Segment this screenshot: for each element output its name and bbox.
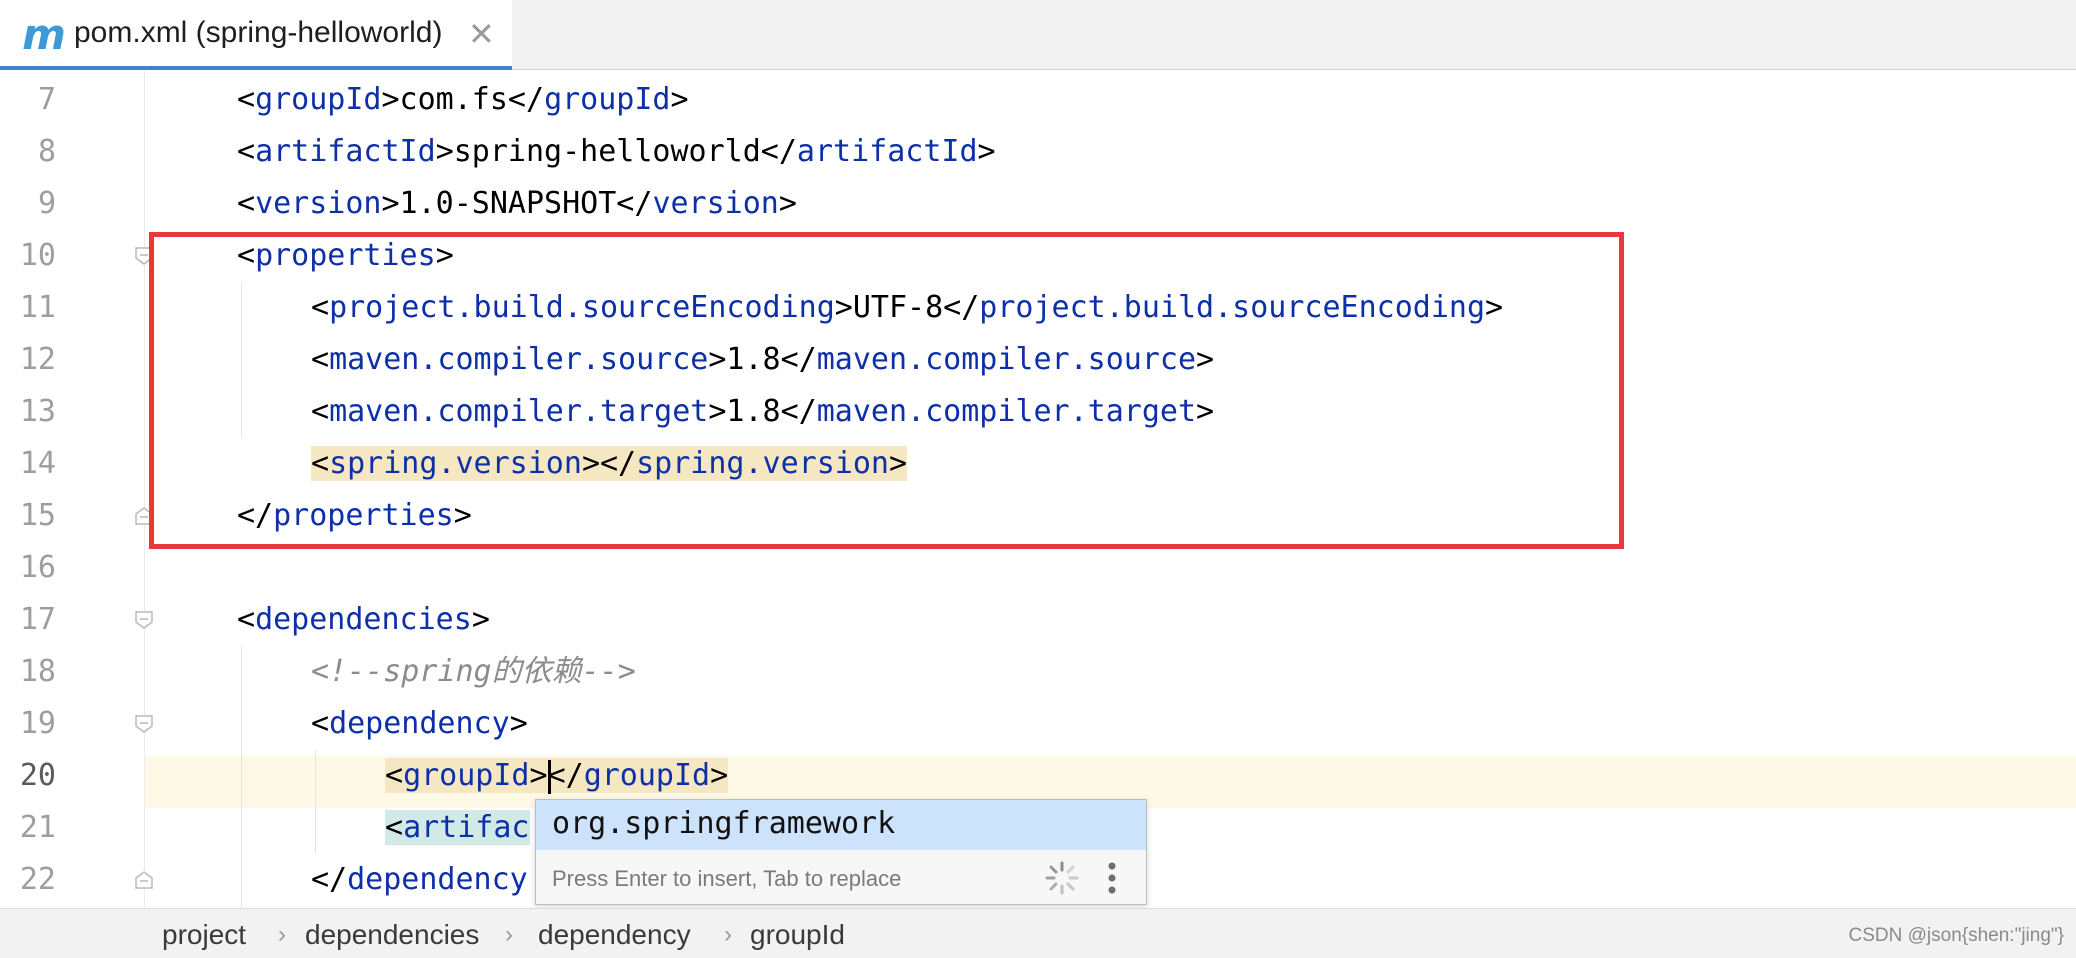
breadcrumb-dependency[interactable]: dependency <box>538 919 691 951</box>
watermark: CSDN @json{shen:"jing"} <box>1848 925 2065 946</box>
line-number: 15 <box>19 498 56 533</box>
code-line-9: <version>1.0-SNAPSHOT</version> <box>237 186 797 221</box>
editor-tab-bar: m pom.xml (spring-helloworld) ✕ <box>0 0 2076 71</box>
highlighted-groupid: <groupId></groupId> <box>385 758 729 794</box>
autocomplete-item-label: org.springframework <box>552 806 896 841</box>
line-number: 19 <box>19 706 56 741</box>
line-number: 16 <box>19 550 56 585</box>
line-number: 14 <box>19 446 56 481</box>
fold-open-icon[interactable] <box>134 714 154 734</box>
line-number: 18 <box>19 654 56 689</box>
line-number: 9 <box>37 186 56 221</box>
maven-m-icon: m <box>22 10 66 59</box>
line-number: 22 <box>19 862 56 897</box>
line-number: 11 <box>19 290 56 325</box>
autocomplete-hint: Press Enter to insert, Tab to replace <box>552 866 902 891</box>
code-line-18-comment: <!--spring的依赖--> <box>311 654 636 689</box>
fold-close-icon[interactable] <box>134 870 154 890</box>
code-editor[interactable]: 7 8 9 10 11 12 13 14 15 16 17 18 19 20 2… <box>0 70 2076 908</box>
kebab-menu-icon[interactable] <box>1104 860 1120 896</box>
line-number: 10 <box>19 238 56 273</box>
chevron-right-icon: › <box>278 921 286 948</box>
breadcrumb: project › dependencies › dependency › gr… <box>0 908 2076 958</box>
code-line-7: <groupId>com.fs</groupId> <box>237 82 689 117</box>
close-icon[interactable]: ✕ <box>468 18 495 50</box>
text-caret <box>547 759 551 794</box>
line-number-current: 20 <box>19 758 56 793</box>
autocomplete-item[interactable]: org.springframework <box>536 800 1146 850</box>
line-number: 21 <box>19 810 56 845</box>
code-line-21: <artifac <box>385 802 530 854</box>
chevron-right-icon: › <box>724 921 732 948</box>
tab-pom-xml[interactable]: m pom.xml (spring-helloworld) ✕ <box>0 0 512 71</box>
tab-title: pom.xml (spring-helloworld) <box>74 16 443 49</box>
line-number: 17 <box>19 602 56 637</box>
annotation-highlight-box <box>149 232 1624 549</box>
chevron-right-icon: › <box>505 921 513 948</box>
code-line-8: <artifactId>spring-helloworld</artifactI… <box>237 134 996 169</box>
highlighted-artifactid: <artifac <box>385 810 530 845</box>
loading-spinner-icon <box>1044 860 1080 896</box>
code-line-22: </dependency <box>311 862 528 897</box>
line-number: 13 <box>19 394 56 429</box>
code-line-20: <groupId></groupId> <box>385 750 729 802</box>
indent-guide <box>315 750 316 854</box>
breadcrumb-dependencies[interactable]: dependencies <box>305 919 479 951</box>
breadcrumb-groupid[interactable]: groupId <box>750 919 845 951</box>
code-line-17: <dependencies> <box>237 602 490 637</box>
autocomplete-popup: org.springframework Press Enter to inser… <box>535 799 1147 905</box>
breadcrumb-project[interactable]: project <box>162 919 246 951</box>
code-line-19: <dependency> <box>311 706 528 741</box>
fold-open-icon[interactable] <box>134 610 154 630</box>
line-number: 7 <box>37 82 56 117</box>
indent-guide <box>241 646 242 908</box>
line-number: 8 <box>37 134 56 169</box>
line-number: 12 <box>19 342 56 377</box>
